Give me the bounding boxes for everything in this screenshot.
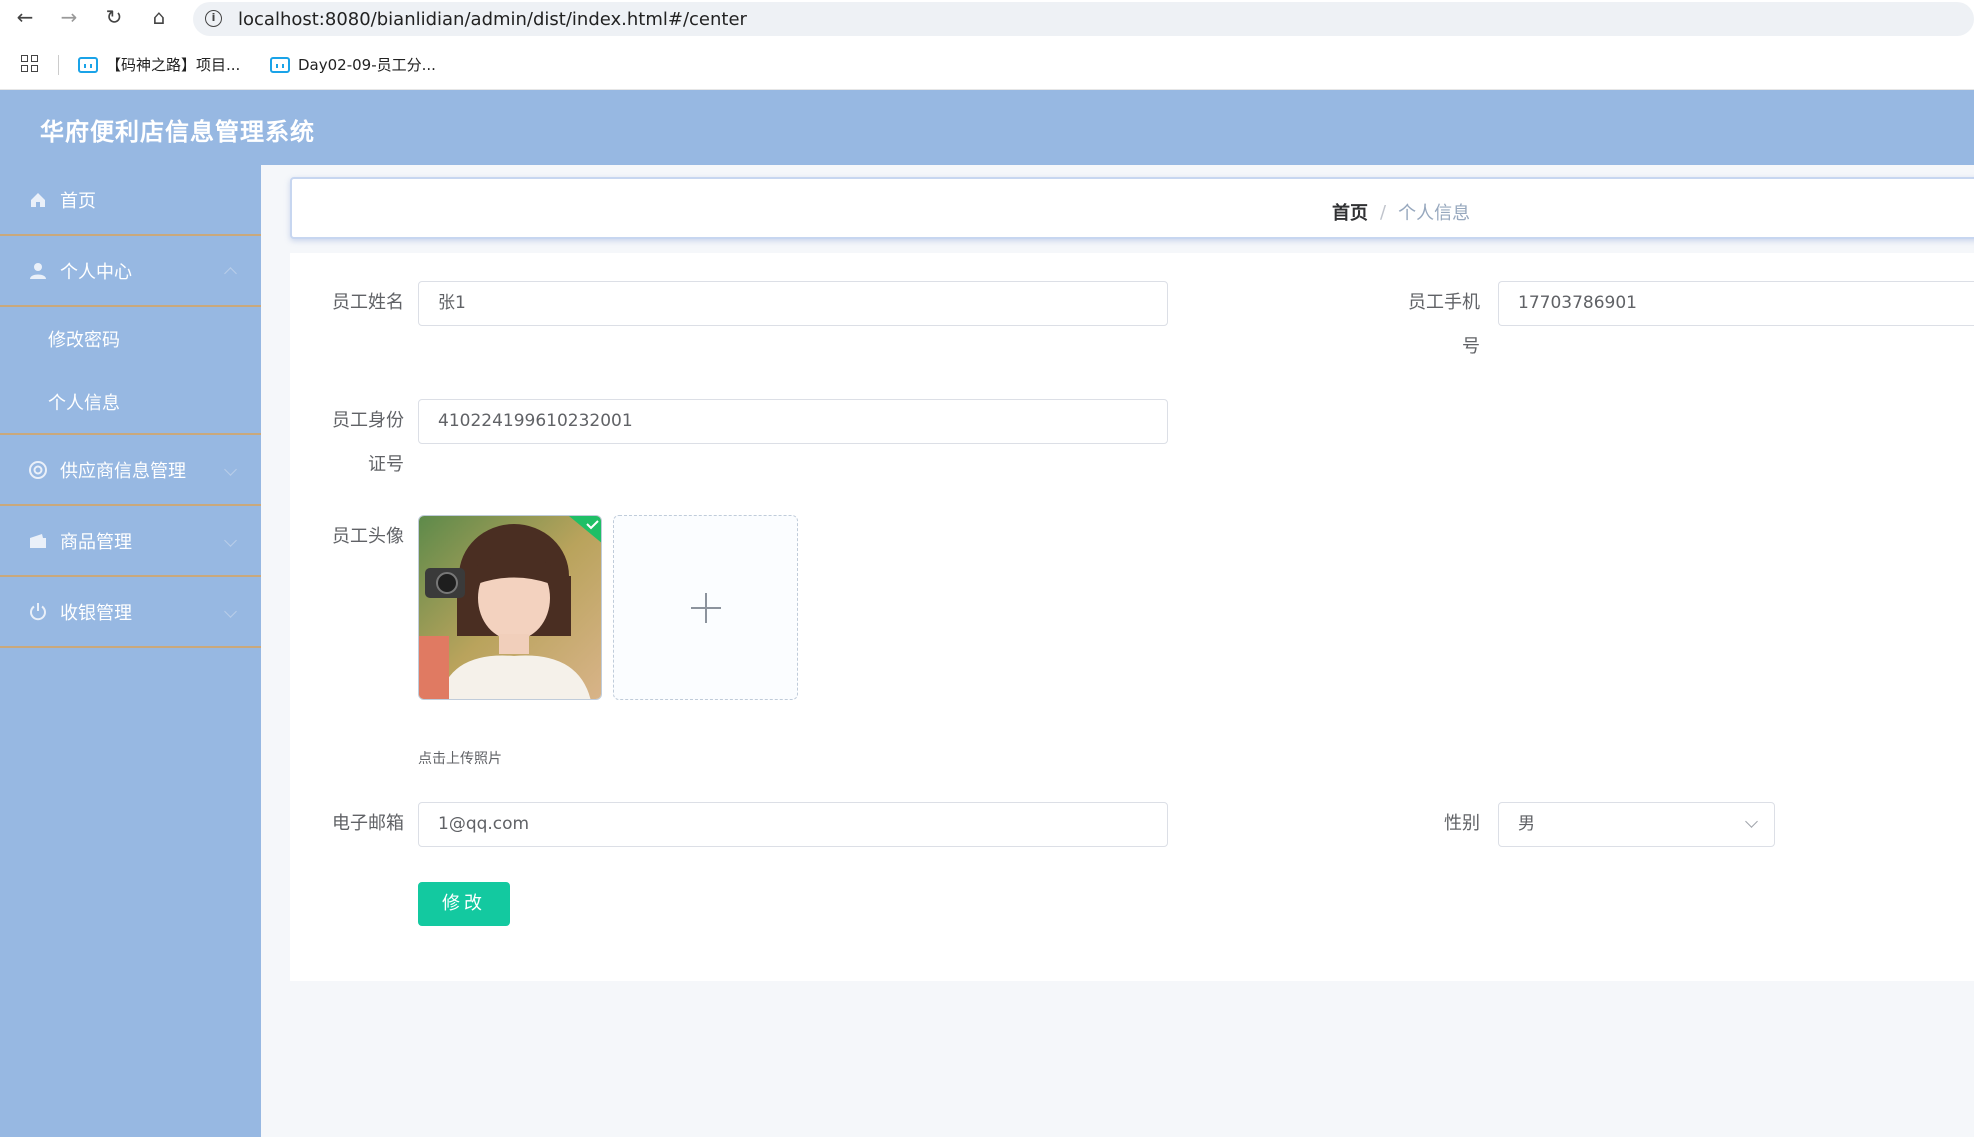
employee-avatar-label: 员工头像 [332, 526, 404, 547]
employee-idcard-label: 员工身份 [332, 410, 404, 431]
sidebar-item-label: 首页 [60, 190, 96, 212]
address-url: localhost:8080/bianlidian/admin/dist/ind… [238, 9, 747, 30]
breadcrumb-separator: / [1380, 201, 1387, 223]
bookmark-item[interactable]: Day02-09-员工分... [270, 54, 436, 75]
sidebar-item-label: 商品管理 [60, 531, 132, 553]
sidebar-item-personal-center[interactable]: 个人中心 [0, 236, 261, 307]
sidebar-item-supplier[interactable]: 供应商信息管理 [0, 435, 261, 506]
bilibili-icon [270, 56, 290, 73]
sidebar-subitem-personal-info[interactable]: 个人信息 [0, 371, 261, 435]
employee-name-input[interactable]: 张1 [418, 281, 1168, 326]
bookmark-label: 【码神之路】项目... [106, 56, 241, 74]
home-icon [28, 190, 48, 210]
apps-grid-icon[interactable] [21, 55, 39, 73]
reload-icon[interactable]: ↻ [101, 4, 127, 30]
chevron-down-icon [224, 534, 237, 547]
sidebar-subitem-label: 修改密码 [48, 330, 120, 351]
chevron-down-icon [1745, 815, 1758, 828]
avatar-upload-button[interactable] [613, 515, 798, 700]
employee-idcard-label-cont: 证号 [368, 454, 404, 475]
breadcrumb-current: 个人信息 [1398, 203, 1471, 224]
avatar-photo [419, 516, 601, 699]
chevron-down-icon [224, 463, 237, 476]
email-label: 电子邮箱 [332, 813, 404, 834]
gender-select[interactable]: 男 [1498, 802, 1775, 847]
breadcrumb: 首页 / 个人信息 [290, 177, 1974, 239]
sidebar-item-label: 收银管理 [60, 602, 132, 624]
upload-tip: 点击上传照片 [418, 751, 502, 767]
bookmark-item[interactable]: 【码神之路】项目... [78, 54, 240, 75]
sidebar-subitem-label: 个人信息 [48, 393, 120, 414]
gender-label: 性别 [1444, 813, 1480, 834]
chevron-down-icon [224, 605, 237, 618]
sidebar-item-home[interactable]: 首页 [0, 165, 261, 236]
back-arrow-icon[interactable]: ← [12, 4, 38, 30]
address-bar[interactable]: i localhost:8080/bianlidian/admin/dist/i… [193, 2, 1974, 36]
app-header: 华府便利店信息管理系统 [0, 90, 1974, 165]
avatar-image[interactable] [418, 515, 602, 700]
employee-name-label: 员工姓名 [332, 292, 404, 313]
sidebar-item-label: 供应商信息管理 [60, 460, 186, 482]
sidebar: 首页 个人中心 修改密码 个人信息 供应商信息管理 商品管理 收银管理 [0, 165, 261, 1137]
wallet-icon [28, 531, 48, 551]
app-title: 华府便利店信息管理系统 [40, 118, 315, 146]
submit-button[interactable]: 修改 [418, 882, 510, 926]
employee-phone-label-cont: 号 [1462, 336, 1480, 357]
power-icon [28, 602, 48, 622]
bookmark-label: Day02-09-员工分... [298, 56, 436, 74]
email-input[interactable]: 1@qq.com [418, 802, 1168, 847]
site-info-icon[interactable]: i [205, 10, 222, 27]
gender-select-value: 男 [1518, 814, 1535, 834]
chevron-up-icon [224, 267, 237, 280]
sidebar-item-goods[interactable]: 商品管理 [0, 506, 261, 577]
bilibili-icon [78, 56, 98, 73]
sidebar-item-label: 个人中心 [60, 261, 132, 283]
forward-arrow-icon[interactable]: → [56, 4, 82, 30]
home-browser-icon[interactable]: ⌂ [146, 4, 172, 30]
bookmark-separator [58, 55, 59, 75]
employee-phone-input[interactable]: 17703786901 [1498, 281, 1974, 326]
breadcrumb-home[interactable]: 首页 [1332, 199, 1368, 225]
employee-phone-label: 员工手机 [1408, 292, 1480, 313]
user-icon [28, 261, 48, 281]
employee-idcard-input[interactable]: 410224199610232001 [418, 399, 1168, 444]
lifebuoy-icon [28, 460, 48, 480]
browser-chrome: ← → ↻ ⌂ i localhost:8080/bianlidian/admi… [0, 0, 1974, 90]
sidebar-item-cashier[interactable]: 收银管理 [0, 577, 261, 648]
sidebar-subitem-change-password[interactable]: 修改密码 [0, 308, 261, 370]
